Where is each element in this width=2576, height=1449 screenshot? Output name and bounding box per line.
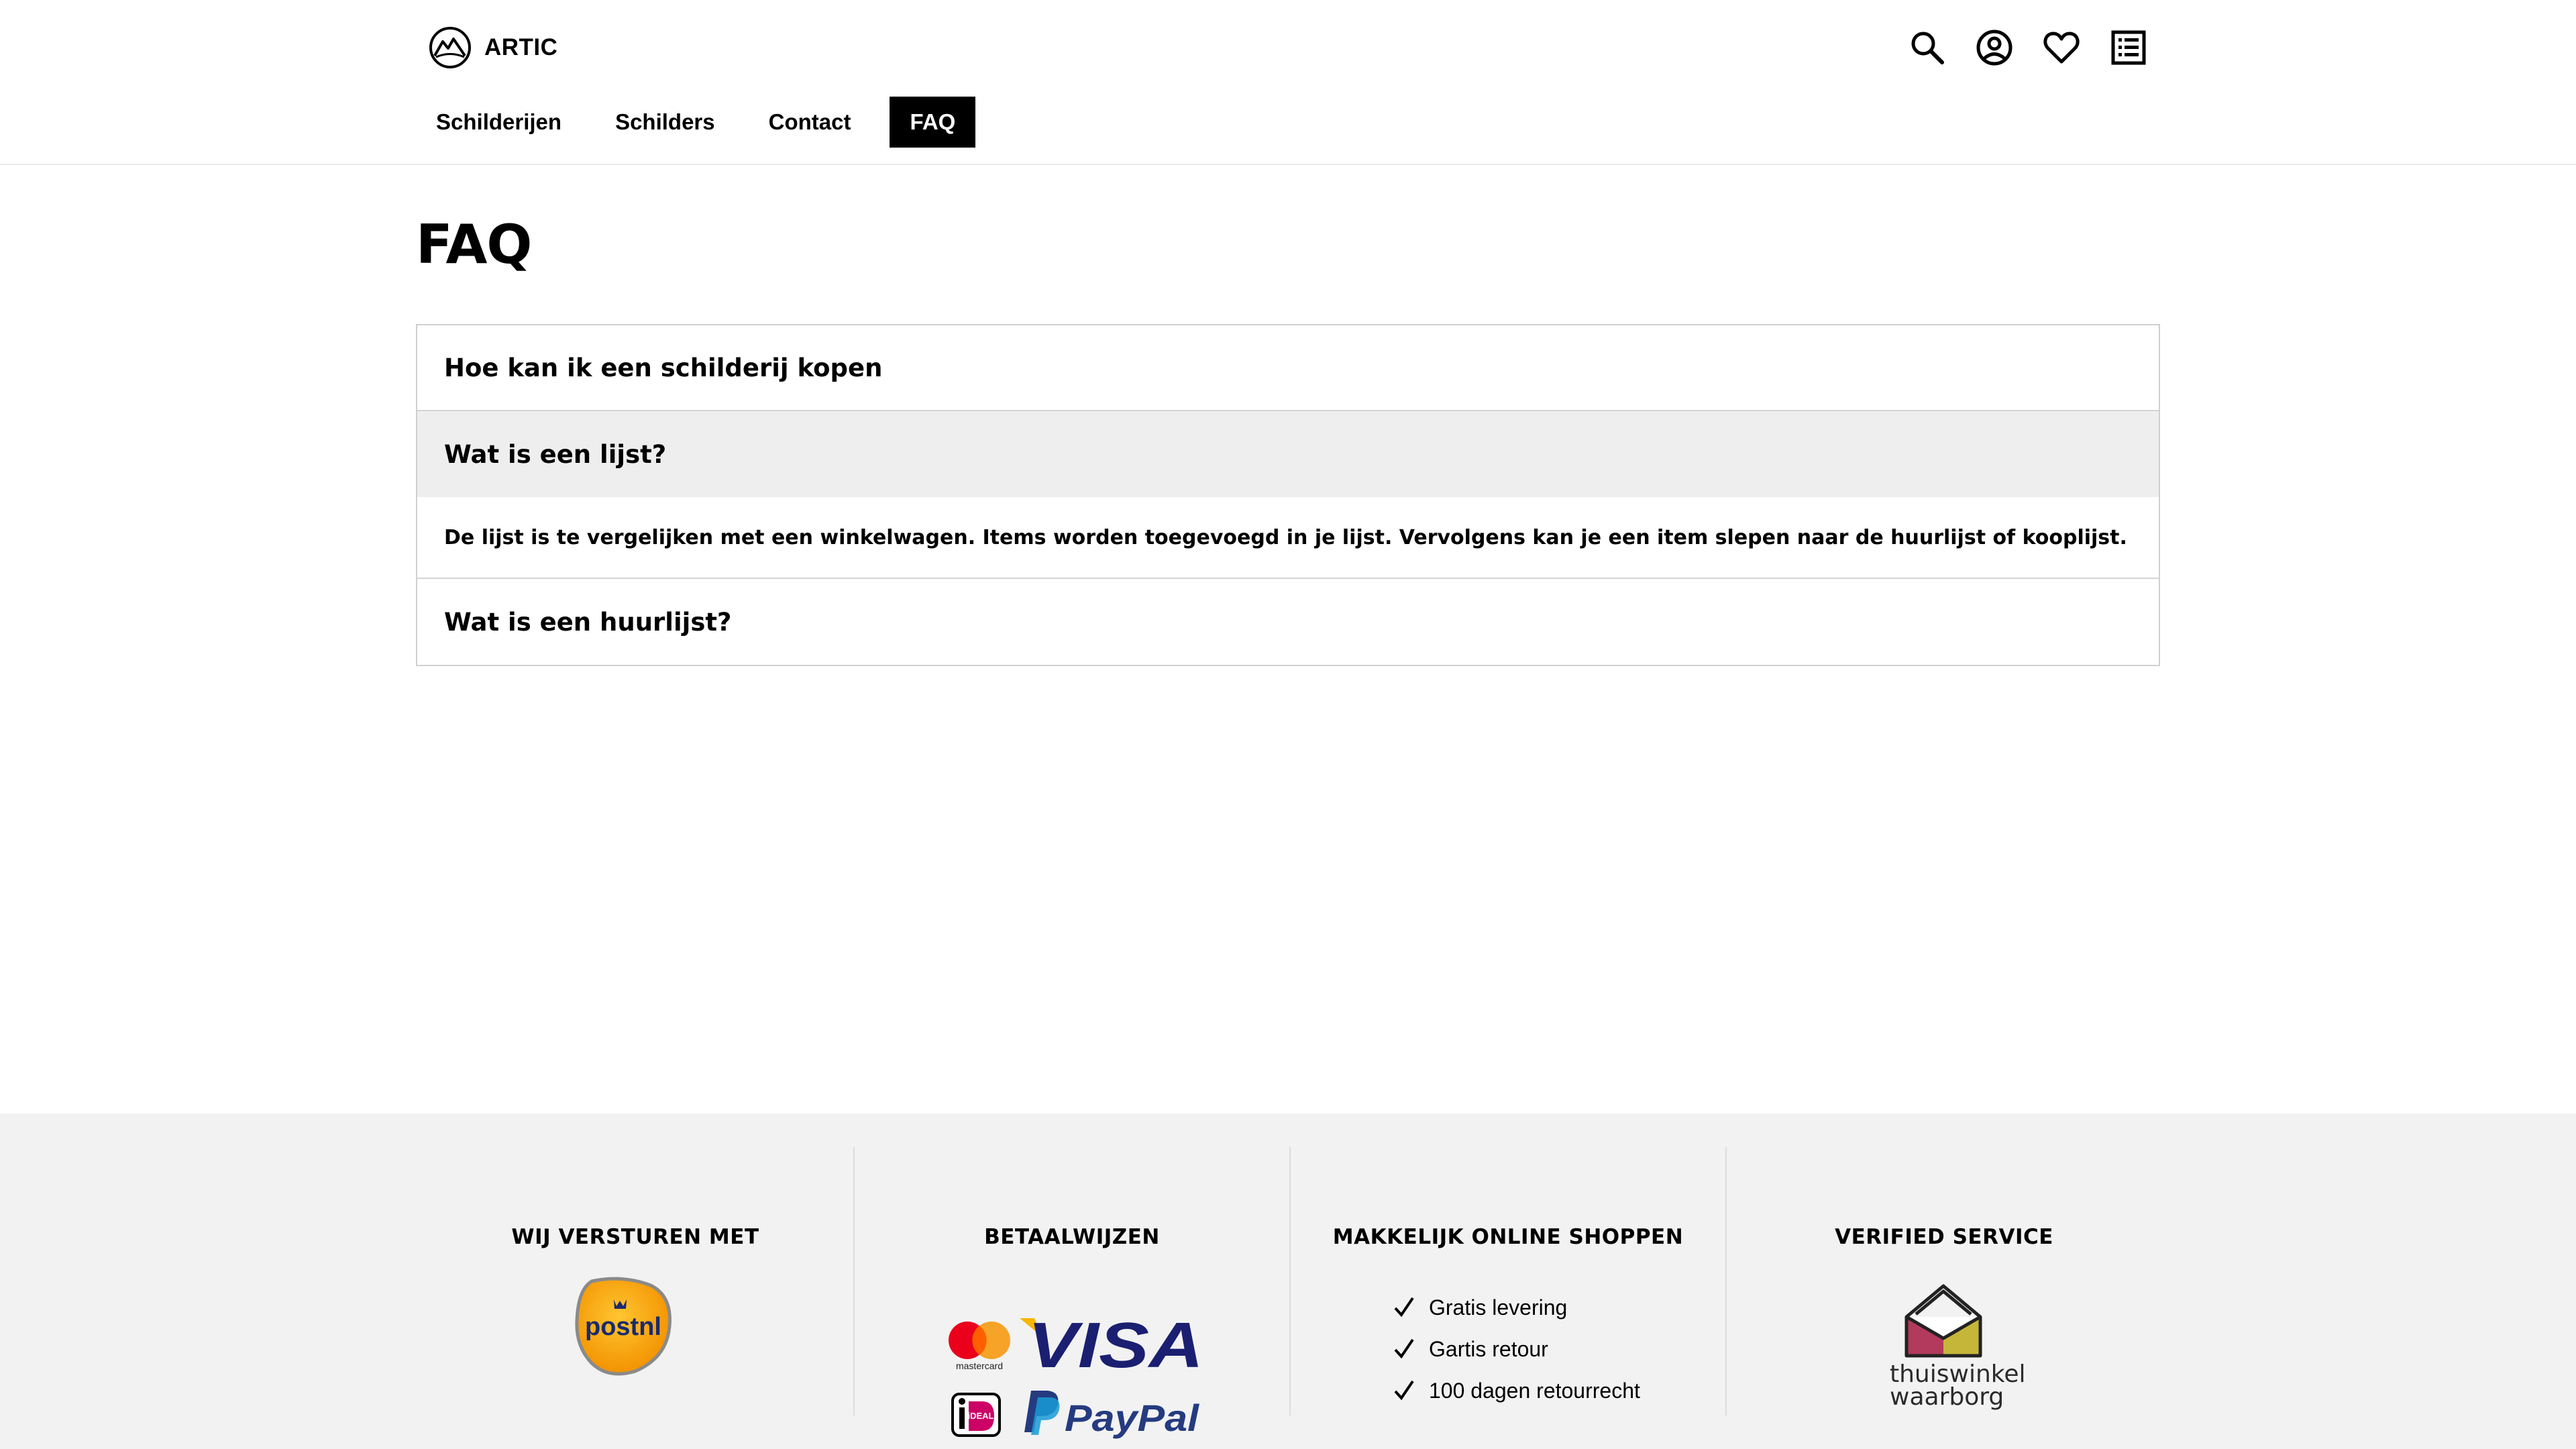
main-nav: Schilderijen Schilders Contact FAQ <box>421 97 976 148</box>
brand-name: ARTIC <box>484 34 558 60</box>
shopping-list: Gratis levering Gartis retour 100 dagen … <box>1393 1287 1640 1411</box>
nav-item-contact[interactable]: Contact <box>754 97 866 148</box>
list-item: Gratis levering <box>1393 1287 1640 1328</box>
visa-logo: VISA <box>1020 1310 1203 1381</box>
list-item-label: 100 dagen retourrecht <box>1429 1378 1640 1403</box>
list-item: Gartis retour <box>1393 1328 1640 1370</box>
search-icon[interactable] <box>1907 27 1948 68</box>
postnl-logo: postnl <box>575 1277 672 1376</box>
verified-title: VERIFIED SERVICE <box>1835 1225 2053 1249</box>
footer-shipping: WIJ VERSTUREN MET postnl <box>417 1147 853 1415</box>
footer-shopping: MAKKELIJK ONLINE SHOPPEN Gratis levering… <box>1289 1147 1725 1415</box>
site-footer: WIJ VERSTUREN MET postnl BETAALWIJZEN ma… <box>0 1114 2576 1449</box>
faq-question[interactable]: Wat is een huurlijst? <box>417 579 2159 665</box>
mountain-logo-icon <box>428 25 472 70</box>
house-icon <box>1904 1284 1982 1358</box>
list-icon[interactable] <box>2108 27 2149 68</box>
shopping-title: MAKKELIJK ONLINE SHOPPEN <box>1332 1225 1684 1249</box>
svg-text:PayPal: PayPal <box>1065 1397 1200 1439</box>
shipping-title: WIJ VERSTUREN MET <box>511 1225 759 1249</box>
check-icon <box>1393 1296 1415 1319</box>
svg-text:VISA: VISA <box>1028 1310 1203 1381</box>
payment-logos: mastercard VISA iDEAL PayPal <box>949 1310 1203 1439</box>
check-icon <box>1393 1338 1415 1360</box>
page-title: FAQ <box>416 213 532 276</box>
faq-question-open[interactable]: Wat is een lijst? <box>417 411 2159 497</box>
svg-text:iDEAL: iDEAL <box>968 1411 994 1421</box>
check-icon <box>1393 1379 1415 1402</box>
header-icons <box>1907 27 2149 68</box>
faq-answer: De lijst is te vergelijken met een winke… <box>417 497 2159 579</box>
payment-title: BETAALWIJZEN <box>984 1225 1160 1249</box>
footer-verified: VERIFIED SERVICE thuiswinkel waarborg <box>1725 1147 2161 1415</box>
nav-item-schilders[interactable]: Schilders <box>600 97 730 148</box>
account-icon[interactable] <box>1974 27 2015 68</box>
svg-text:mastercard: mastercard <box>956 1360 1003 1371</box>
thuiswinkel-logo: thuiswinkel waarborg <box>1890 1277 2025 1411</box>
brand-logo[interactable]: ARTIC <box>428 25 557 70</box>
list-item: 100 dagen retourrecht <box>1393 1370 1640 1411</box>
postnl-logo-text: postnl <box>585 1313 661 1341</box>
ideal-logo: iDEAL <box>951 1393 1001 1437</box>
site-header: ARTIC Schilderijen Schilders Contact FAQ <box>0 0 2576 165</box>
mastercard-logo: mastercard <box>949 1322 1010 1371</box>
nav-item-faq[interactable]: FAQ <box>890 97 976 148</box>
faq-accordion: Hoe kan ik een schilderij kopen Wat is e… <box>416 324 2160 666</box>
list-item-label: Gartis retour <box>1429 1336 1548 1361</box>
thuiswinkel-line-2: waarborg <box>1890 1383 2004 1411</box>
list-item-label: Gratis levering <box>1429 1295 1568 1320</box>
nav-item-schilderijen[interactable]: Schilderijen <box>421 97 576 148</box>
paypal-logo: PayPal <box>1024 1391 1200 1439</box>
footer-payment: BETAALWIJZEN mastercard VISA iDEAL PayPa… <box>853 1147 1289 1439</box>
faq-question[interactable]: Hoe kan ik een schilderij kopen <box>417 325 2159 411</box>
heart-icon[interactable] <box>2041 27 2082 68</box>
